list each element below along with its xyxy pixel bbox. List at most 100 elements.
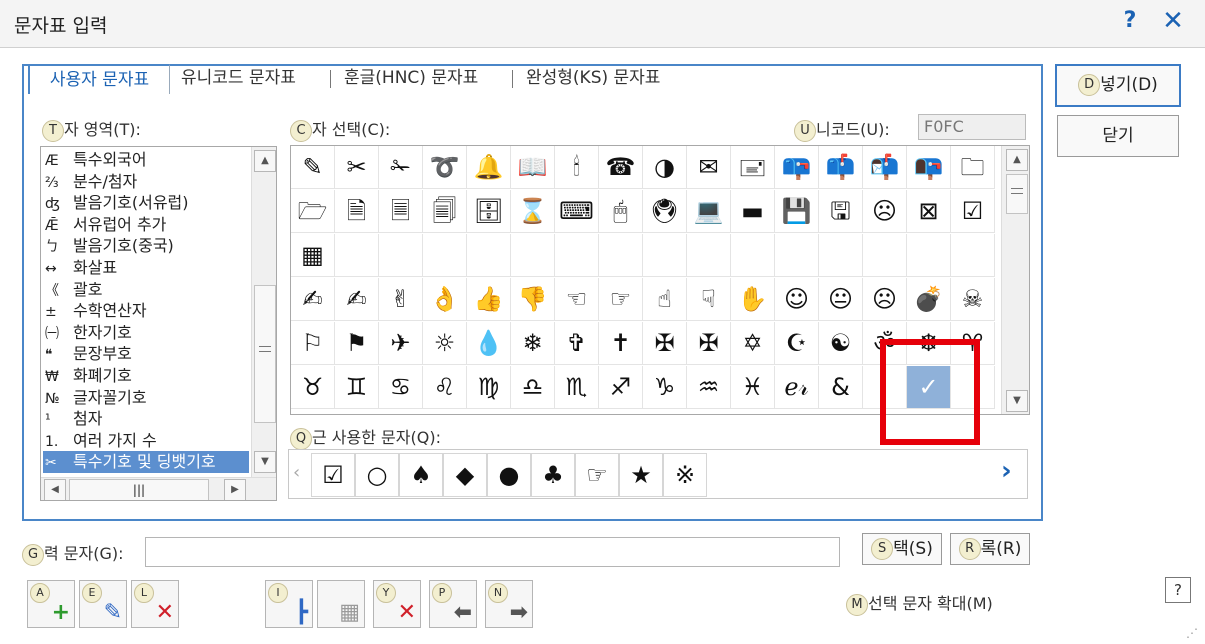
list-item[interactable]: ㈠ 한자기호 — [45, 322, 132, 344]
char-cell[interactable]: ✍ — [291, 278, 335, 321]
char-cell[interactable]: 🖃 — [731, 146, 775, 189]
char-cell[interactable]: ♐ — [599, 366, 643, 409]
char-cell[interactable]: ♑ — [643, 366, 687, 409]
char-cell[interactable]: ☹ — [863, 190, 907, 233]
list-item[interactable]: ± 수학연산자 — [45, 300, 147, 322]
char-cell[interactable]: 🗀 — [951, 146, 995, 189]
char-cell[interactable]: 🔔 — [467, 146, 511, 189]
scroll-thumb[interactable]: ||| — [69, 479, 209, 500]
char-cell[interactable] — [467, 234, 511, 277]
char-cell[interactable] — [907, 234, 951, 277]
char-cell[interactable]: 🖲 — [643, 190, 687, 233]
list-item[interactable]: ㄅ 발음기호(중국) — [45, 235, 174, 257]
char-cell[interactable]: ☺ — [775, 278, 819, 321]
list-item[interactable]: 《 괄호 — [45, 279, 102, 301]
char-cell[interactable]: 🖱 — [599, 190, 643, 233]
tab-hnc-charmap[interactable]: 훈글(HNC) 문자표 — [344, 64, 478, 94]
remove-button[interactable]: Y ✕ — [373, 580, 421, 628]
register-button[interactable]: R 록(R) — [950, 533, 1030, 565]
char-cell[interactable]: ☟ — [687, 278, 731, 321]
tab-ks-charmap[interactable]: 완성형(KS) 문자표 — [526, 64, 660, 94]
scroll-up-button[interactable]: ▲ — [254, 150, 276, 172]
char-cell[interactable]: ✠ — [687, 322, 731, 365]
resize-grip-icon[interactable]: ⋰ — [1186, 626, 1198, 640]
list-item[interactable]: ¹ 첨자 — [45, 408, 102, 430]
char-cell[interactable]: ✡ — [731, 322, 775, 365]
recent-chars-strip[interactable]: ‹ ☑ ○ ♠ ◆ ● ♣ ☞ ★ ※ › — [288, 449, 1028, 499]
char-cell[interactable]: ♋ — [379, 366, 423, 409]
char-cell[interactable]: ☝ — [643, 278, 687, 321]
scroll-up-button[interactable]: ▲ — [1006, 149, 1028, 171]
char-cell[interactable] — [511, 234, 555, 277]
grid-add-button[interactable]: ▦ — [317, 580, 365, 628]
recent-char-cell[interactable]: ☑ — [311, 453, 355, 497]
char-cell[interactable]: ⌨ — [555, 190, 599, 233]
scroll-down-button[interactable]: ▼ — [1006, 390, 1028, 412]
char-cell[interactable]: 🗐 — [423, 190, 467, 233]
recent-char-cell[interactable]: ♠ — [399, 453, 443, 497]
char-cell[interactable]: 📬 — [863, 146, 907, 189]
chevron-left-icon[interactable]: ‹ — [293, 462, 300, 483]
char-cell[interactable]: ℯ𝓇 — [775, 366, 819, 409]
recent-char-cell[interactable]: ♣ — [531, 453, 575, 497]
char-cell[interactable]: 📖 — [511, 146, 555, 189]
char-cell[interactable]: ➰ — [423, 146, 467, 189]
char-cell[interactable]: 👎 — [511, 278, 555, 321]
list-item[interactable]: ₩ 화폐기호 — [45, 365, 132, 387]
char-cell[interactable]: ❄ — [511, 322, 555, 365]
char-cell[interactable]: ♒ — [687, 366, 731, 409]
chevron-right-icon[interactable]: › — [1001, 456, 1012, 486]
list-item[interactable]: Æ 특수외국어 — [45, 149, 147, 171]
help-icon[interactable]: ? — [1116, 8, 1144, 38]
list-item[interactable]: ʤ 발음기호(서유럽) — [45, 192, 189, 214]
char-cell[interactable] — [643, 234, 687, 277]
char-cell[interactable]: ☪ — [775, 322, 819, 365]
char-cell[interactable] — [599, 234, 643, 277]
recent-char-cell[interactable]: ☞ — [575, 453, 619, 497]
char-cell[interactable] — [555, 234, 599, 277]
list-item[interactable]: ✂ 특수기호 및 딩뱃기호 — [43, 451, 249, 474]
char-cell[interactable]: ▦ — [291, 234, 335, 277]
char-cell[interactable] — [951, 234, 995, 277]
tab-user-charmap[interactable]: 사용자 문자표 — [28, 64, 170, 94]
char-cell[interactable]: 🗁 — [291, 190, 335, 233]
char-cell[interactable]: 🕯 — [555, 146, 599, 189]
char-cell[interactable]: 😐 — [819, 278, 863, 321]
enlarge-label[interactable]: M 선택 문자 확대(M) — [846, 590, 993, 616]
char-cell[interactable]: ☎ — [599, 146, 643, 189]
list-item[interactable]: № 글자꼴기호 — [45, 387, 147, 409]
char-cell[interactable]: 📭 — [907, 146, 951, 189]
char-cell[interactable]: ♊ — [335, 366, 379, 409]
char-cell[interactable]: 🗎 — [335, 190, 379, 233]
char-cell[interactable]: ✁ — [379, 146, 423, 189]
move-left-button[interactable]: P ⬅ — [429, 580, 477, 628]
char-cell[interactable] — [863, 234, 907, 277]
char-cell[interactable]: 💣 — [907, 278, 951, 321]
char-cell[interactable] — [423, 234, 467, 277]
char-cell[interactable]: 💻 — [687, 190, 731, 233]
scroll-left-button[interactable]: ◀ — [44, 479, 66, 500]
char-cell[interactable]: ♍ — [467, 366, 511, 409]
char-cell[interactable] — [819, 234, 863, 277]
char-cell[interactable]: ✉ — [687, 146, 731, 189]
char-cell[interactable]: ▬ — [731, 190, 775, 233]
list-item[interactable]: ⅔ 분수/첨자 — [45, 171, 137, 193]
char-cell[interactable]: ✝ — [599, 322, 643, 365]
char-cell[interactable]: 👌 — [423, 278, 467, 321]
area-list-hscrollbar[interactable]: ◀ ||| ▶ — [41, 477, 276, 500]
char-cell[interactable]: ☞ — [599, 278, 643, 321]
select-button[interactable]: S 택(S) — [862, 533, 942, 565]
char-cell[interactable]: ♉ — [291, 366, 335, 409]
char-cell[interactable]: 👍 — [467, 278, 511, 321]
recent-char-cell[interactable]: ● — [487, 453, 531, 497]
char-cell[interactable]: ⚑ — [335, 322, 379, 365]
area-list[interactable]: Æ 특수외국어 ⅔ 분수/첨자 ʤ 발음기호(서유럽) Ǣ 서유럽어 추가 ㄅ 발음기호(중국) ↔… — [40, 146, 277, 501]
add-button[interactable]: A + — [27, 580, 75, 628]
char-cell[interactable]: ✎ — [291, 146, 335, 189]
char-cell[interactable]: ♏ — [555, 366, 599, 409]
char-cell[interactable]: ⊠ — [907, 190, 951, 233]
char-cell[interactable]: ✋ — [731, 278, 775, 321]
char-cell[interactable]: ☼ — [423, 322, 467, 365]
scroll-right-button[interactable]: ▶ — [224, 479, 246, 500]
char-cell[interactable]: ⌛ — [511, 190, 555, 233]
